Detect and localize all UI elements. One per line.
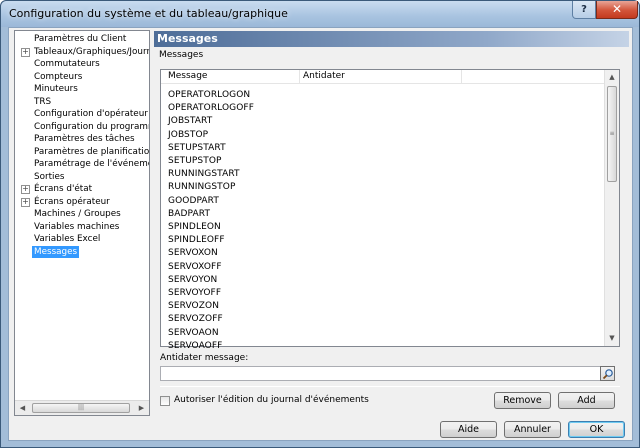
tree-item-label: Paramètres des tâches — [34, 134, 135, 144]
tree-scroll-thumb[interactable]: ||| — [32, 403, 130, 413]
tree-item-label: Messages — [32, 245, 80, 258]
antidater-input[interactable] — [160, 366, 607, 381]
message-row[interactable]: JOBSTOP — [168, 129, 208, 142]
expand-plus-icon[interactable]: + — [21, 197, 30, 207]
message-row[interactable]: SPINDLEON — [168, 221, 221, 234]
messages-list[interactable]: Message Antidater ▲ ≡ ▼ OPERATORLOGON OPE… — [160, 69, 620, 351]
cancel-button[interactable]: Annuler — [504, 421, 561, 438]
message-row[interactable]: BADPART — [168, 208, 210, 221]
tree-horizontal-scrollbar[interactable]: ◀ ||| ▶ — [15, 400, 149, 415]
antidater-label: Antidater message: — [160, 353, 249, 363]
allow-edit-checkbox[interactable] — [160, 396, 170, 406]
section-subtitle: Messages — [159, 50, 204, 60]
scroll-up-icon[interactable]: ▲ — [605, 70, 619, 85]
tree-item-label: TRS — [34, 96, 52, 107]
tree-item-label: Paramétrage de l'événement — [34, 159, 150, 169]
column-separator[interactable] — [299, 70, 300, 83]
expand-plus-icon[interactable]: + — [21, 185, 30, 194]
help-button[interactable]: Aide — [440, 421, 497, 438]
remove-button[interactable]: Remove — [494, 392, 551, 409]
tree-item-label: Compteurs — [34, 71, 83, 82]
tree-item-label: Écrans d'état — [34, 184, 93, 194]
add-button[interactable]: Add — [558, 392, 615, 409]
message-row[interactable]: SERVOXON — [168, 247, 218, 260]
config-window: Configuration du système et du tableau/g… — [0, 0, 640, 448]
window-title: Configuration du système et du tableau/g… — [9, 7, 288, 20]
settings-tree[interactable]: Messages Variables Excel Variables machine… — [14, 30, 150, 416]
scroll-down-icon[interactable]: ▼ — [605, 331, 619, 346]
list-vertical-scrollbar[interactable]: ▲ ≡ ▼ — [604, 70, 619, 346]
message-row[interactable]: SERVOZON — [168, 300, 219, 313]
message-row[interactable]: OPERATORLOGON — [168, 89, 250, 102]
column-separator[interactable] — [461, 70, 462, 83]
allow-edit-label[interactable]: Autoriser l'édition du journal d'événeme… — [174, 395, 369, 405]
message-row[interactable]: JOBSTART — [168, 115, 212, 128]
browse-button[interactable] — [600, 366, 615, 381]
column-header-message[interactable]: Message — [168, 71, 207, 81]
message-row[interactable]: SERVOYON — [168, 274, 217, 287]
help-title-button[interactable]: ? — [572, 1, 596, 19]
message-row[interactable]: SERVOZOFF — [168, 313, 223, 326]
message-row[interactable]: GOODPART — [168, 195, 219, 208]
message-row[interactable]: RUNNINGSTART — [168, 168, 240, 181]
tree-item-label: Variables Excel — [34, 234, 101, 244]
ok-button[interactable]: OK — [568, 421, 625, 438]
message-row[interactable]: SERVOAON — [168, 327, 219, 340]
message-row[interactable]: OPERATORLOGOFF — [168, 102, 254, 115]
magnifier-icon — [602, 369, 613, 380]
tree-item-label: Configuration du programme — [34, 121, 150, 132]
tree-item-label: Minuteurs — [34, 84, 78, 94]
message-row[interactable]: SPINDLEOFF — [168, 234, 225, 247]
column-header-antidater[interactable]: Antidater — [303, 71, 345, 81]
title-bar[interactable]: Configuration du système et du tableau/g… — [1, 1, 639, 27]
dialog-client-area: Messages Variables Excel Variables machine… — [8, 27, 633, 441]
tree-item-label: Tableaux/Graphiques/Journal — [34, 46, 150, 57]
scroll-right-icon[interactable]: ▶ — [134, 401, 149, 415]
message-row[interactable]: SETUPSTART — [168, 142, 226, 155]
tree-item-label: Paramètres de planification — [34, 146, 150, 157]
section-title: Messages — [154, 31, 629, 47]
separator — [160, 386, 620, 387]
close-button[interactable]: ✕ — [596, 1, 638, 19]
tree-item-label: Configuration d'opérateur — [34, 109, 148, 119]
list-header: Message Antidater — [161, 70, 605, 84]
tree-item-label: Écrans opérateur — [34, 196, 110, 207]
tree-item-label: Machines / Groupes — [34, 209, 121, 219]
message-row[interactable]: SERVOXOFF — [168, 261, 222, 274]
scroll-left-icon[interactable]: ◀ — [15, 401, 30, 415]
expand-plus-icon[interactable]: + — [21, 47, 30, 57]
message-row[interactable]: SETUPSTOP — [168, 155, 222, 168]
message-row[interactable]: SERVOYOFF — [168, 287, 221, 300]
tree-item-label: Sorties — [34, 171, 65, 182]
list-scroll-thumb[interactable]: ≡ — [607, 86, 617, 182]
message-row[interactable]: RUNNINGSTOP — [168, 181, 236, 194]
tree-item-label: Commutateurs — [34, 59, 100, 69]
tree-item-label: Paramètres du Client — [34, 34, 127, 44]
message-row[interactable]: SERVOAOFF — [168, 340, 222, 353]
tree-item-label: Variables machines — [34, 221, 120, 232]
